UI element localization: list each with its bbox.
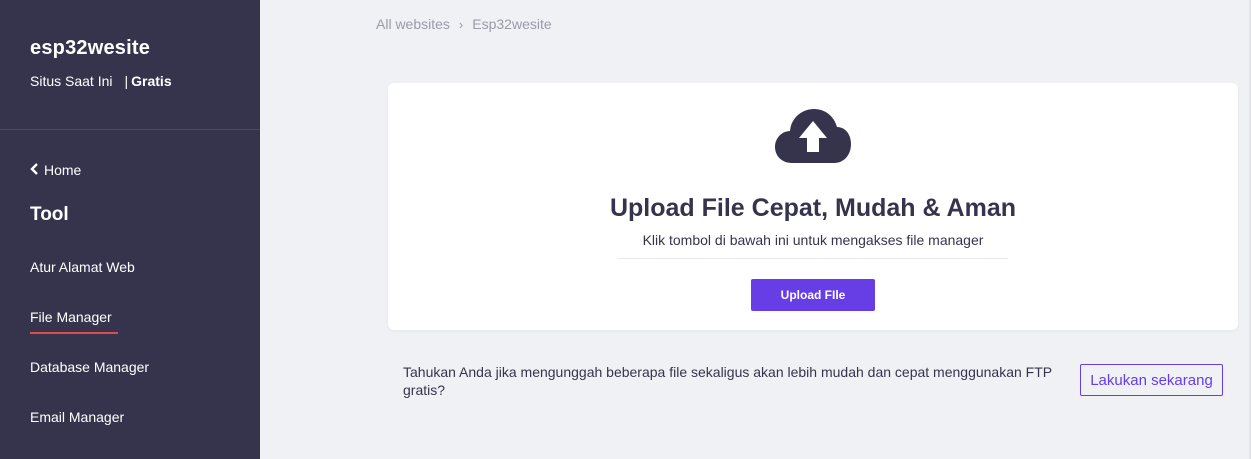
sidebar-divider: [0, 129, 260, 130]
card-divider: [618, 258, 1008, 259]
breadcrumb: All websites › Esp32wesite: [376, 16, 552, 32]
chevron-left-icon: [30, 162, 40, 178]
upload-card: Upload File Cepat, Mudah & Aman Klik tom…: [388, 83, 1238, 330]
upload-file-button[interactable]: Upload FIle: [751, 279, 875, 311]
card-title: Upload File Cepat, Mudah & Aman: [609, 194, 1017, 222]
home-link-label: Home: [44, 162, 82, 178]
sidebar-item-file-manager[interactable]: File Manager: [30, 309, 118, 334]
breadcrumb-all-websites[interactable]: All websites: [376, 16, 450, 32]
sidebar: esp32wesite Situs Saat Ini | Gratis Home T…: [0, 0, 260, 459]
plan-badge: Gratis: [131, 73, 172, 89]
sidebar-item-database-manager[interactable]: Database Manager: [30, 359, 149, 375]
site-status: Situs Saat Ini | Gratis: [30, 73, 172, 89]
site-name: esp32wesite: [30, 37, 151, 59]
section-title-tool: Tool: [30, 204, 69, 225]
lakukan-sekarang-button[interactable]: Lakukan sekarang: [1080, 364, 1223, 396]
sidebar-item-atur-alamat-web[interactable]: Atur Alamat Web: [30, 259, 135, 275]
cloud-upload-icon: [774, 107, 852, 165]
plan-separator: |: [124, 73, 129, 89]
breadcrumb-separator: ›: [458, 16, 464, 32]
ftp-hint-text: Tahukan Anda jika mengunggah beberapa fi…: [403, 364, 1052, 398]
sidebar-item-email-manager[interactable]: Email Manager: [30, 409, 124, 425]
breadcrumb-current: Esp32wesite: [472, 16, 552, 32]
home-link[interactable]: Home: [30, 162, 81, 178]
card-subtitle: Klik tombol di bawah ini untuk mengakses…: [642, 232, 984, 248]
site-status-label: Situs Saat Ini: [30, 73, 113, 89]
